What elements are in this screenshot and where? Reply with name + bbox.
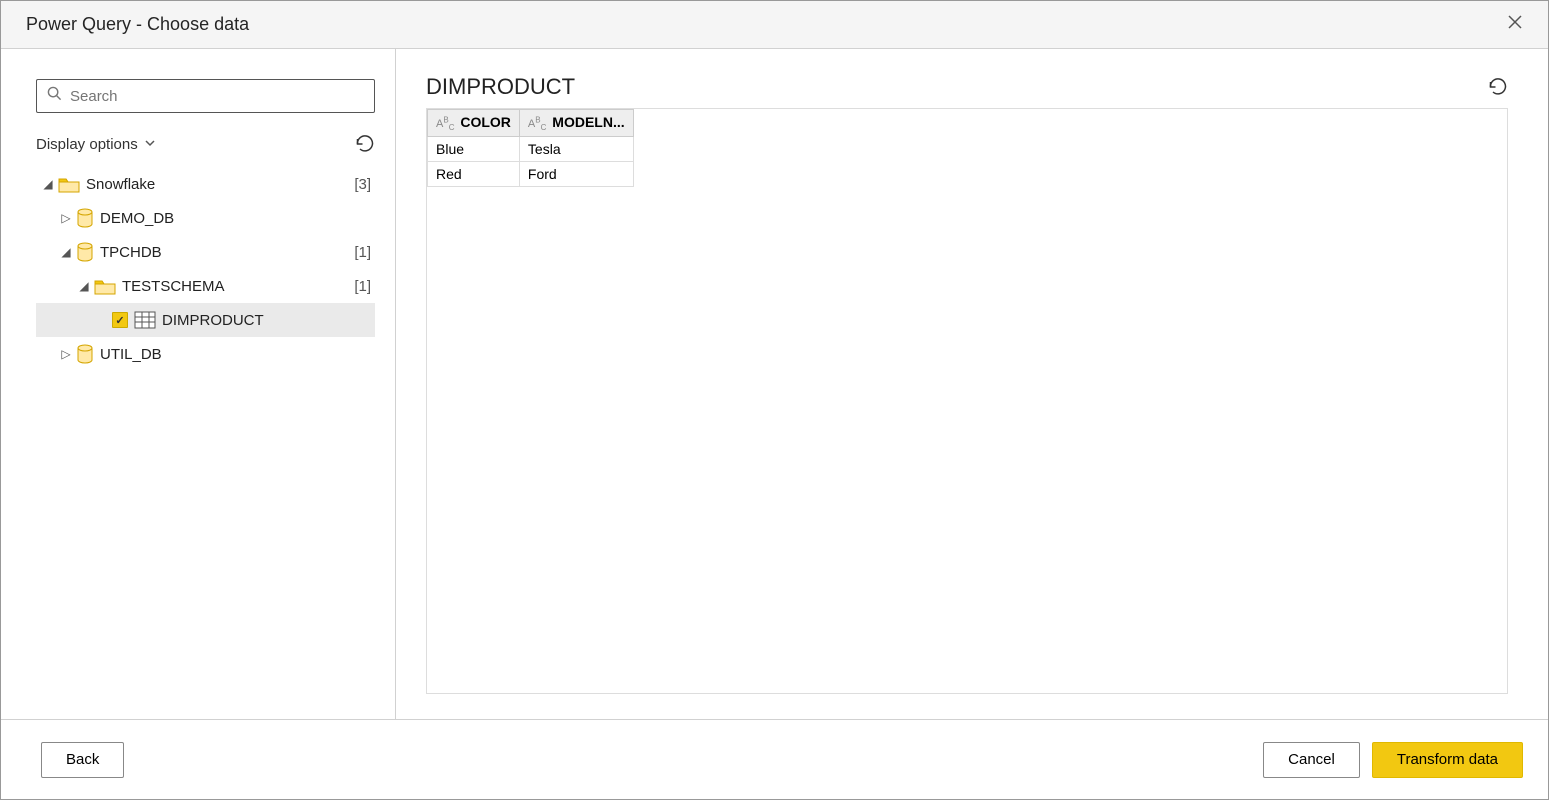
tree-item-count: [3] bbox=[354, 176, 371, 193]
search-icon bbox=[47, 86, 62, 106]
navigator-tree: ◢ Snowflake [3] ▷ DEMO_DB ◢ TPCHDB bbox=[36, 167, 375, 371]
tree-item-util-db[interactable]: ▷ UTIL_DB bbox=[36, 337, 375, 371]
tree-item-count: [1] bbox=[354, 278, 371, 295]
display-options-dropdown[interactable]: Display options bbox=[36, 136, 156, 153]
column-header-modelname[interactable]: ABC MODELN... bbox=[519, 110, 633, 137]
tree-item-label: TPCHDB bbox=[100, 244, 354, 261]
table-header-row: ABC COLOR ABC MODELN... bbox=[428, 110, 634, 137]
cell: Blue bbox=[428, 136, 520, 161]
tree-item-label: DIMPRODUCT bbox=[162, 312, 371, 329]
preview-table: ABC COLOR ABC MODELN... Blue Tesla bbox=[427, 109, 634, 187]
dialog-footer: Back Cancel Transform data bbox=[1, 719, 1548, 799]
type-icon: ABC bbox=[436, 118, 454, 130]
database-icon bbox=[76, 242, 94, 262]
type-icon: ABC bbox=[528, 118, 546, 130]
database-icon bbox=[76, 344, 94, 364]
table-icon bbox=[134, 311, 156, 329]
preview-title: DIMPRODUCT bbox=[426, 74, 575, 100]
tree-item-tpchdb[interactable]: ◢ TPCHDB [1] bbox=[36, 235, 375, 269]
tree-item-label: TESTSCHEMA bbox=[122, 278, 354, 295]
close-icon[interactable] bbox=[1502, 9, 1528, 40]
dialog-title: Power Query - Choose data bbox=[26, 14, 249, 35]
transform-data-button[interactable]: Transform data bbox=[1372, 742, 1523, 778]
tree-item-label: DEMO_DB bbox=[100, 210, 371, 227]
search-input[interactable] bbox=[70, 88, 364, 105]
database-icon bbox=[76, 208, 94, 228]
tree-item-testschema[interactable]: ◢ TESTSCHEMA [1] bbox=[36, 269, 375, 303]
table-row[interactable]: Blue Tesla bbox=[428, 136, 634, 161]
tree-item-snowflake[interactable]: ◢ Snowflake [3] bbox=[36, 167, 375, 201]
chevron-down-icon bbox=[144, 136, 156, 153]
cell: Tesla bbox=[519, 136, 633, 161]
cell: Red bbox=[428, 161, 520, 186]
table-row[interactable]: Red Ford bbox=[428, 161, 634, 186]
column-header-label: COLOR bbox=[460, 114, 511, 130]
preview-refresh-icon[interactable] bbox=[1488, 77, 1508, 97]
cancel-button[interactable]: Cancel bbox=[1263, 742, 1360, 778]
cell: Ford bbox=[519, 161, 633, 186]
tree-item-label: UTIL_DB bbox=[100, 346, 371, 363]
caret-right-icon: ▷ bbox=[60, 211, 72, 225]
column-header-color[interactable]: ABC COLOR bbox=[428, 110, 520, 137]
checkbox-checked-icon[interactable] bbox=[112, 312, 128, 328]
display-options-label: Display options bbox=[36, 136, 138, 153]
caret-down-icon: ◢ bbox=[60, 245, 72, 259]
back-button[interactable]: Back bbox=[41, 742, 124, 778]
refresh-icon[interactable] bbox=[355, 134, 375, 154]
tree-item-dimproduct[interactable]: DIMPRODUCT bbox=[36, 303, 375, 337]
caret-right-icon: ▷ bbox=[60, 347, 72, 361]
search-box[interactable] bbox=[36, 79, 375, 113]
preview-table-wrap[interactable]: ABC COLOR ABC MODELN... Blue Tesla bbox=[426, 108, 1508, 694]
caret-down-icon: ◢ bbox=[42, 177, 54, 191]
dialog-header: Power Query - Choose data bbox=[1, 1, 1548, 49]
tree-item-demo-db[interactable]: ▷ DEMO_DB bbox=[36, 201, 375, 235]
tree-item-count: [1] bbox=[354, 244, 371, 261]
column-header-label: MODELN... bbox=[552, 114, 624, 130]
caret-down-icon: ◢ bbox=[78, 279, 90, 293]
tree-item-label: Snowflake bbox=[86, 176, 354, 193]
folder-icon bbox=[58, 175, 80, 193]
folder-icon bbox=[94, 277, 116, 295]
preview-pane: DIMPRODUCT ABC COLOR ABC MODELN... bbox=[396, 49, 1548, 719]
navigator-pane: Display options ◢ Snowflake [3] ▷ bbox=[1, 49, 396, 719]
